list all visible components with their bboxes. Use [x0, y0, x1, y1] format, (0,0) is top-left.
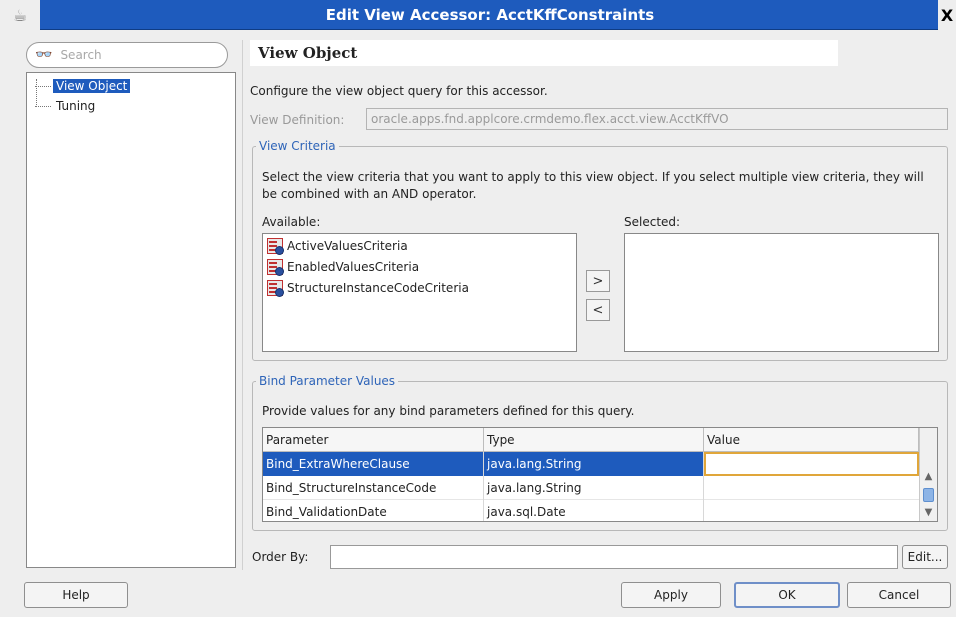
selected-label: Selected: [624, 215, 681, 229]
apply-button[interactable]: Apply [621, 582, 721, 608]
move-left-button[interactable]: < [586, 299, 610, 321]
close-icon[interactable]: X [938, 0, 956, 30]
table-row[interactable]: Bind_ExtraWhereClause java.lang.String [263, 452, 919, 476]
table-row[interactable]: Bind_ValidationDate java.sql.Date [263, 500, 919, 521]
view-criteria-description: Select the view criteria that you want t… [262, 170, 924, 201]
app-icon: ☕ [0, 0, 40, 30]
search-input[interactable]: 👓 Search [26, 42, 228, 68]
tree-branch [35, 105, 51, 107]
type-cell: java.lang.String [484, 452, 704, 476]
scrollbar-thumb[interactable] [923, 488, 934, 502]
panel-divider [242, 40, 243, 570]
ok-button[interactable]: OK [734, 582, 840, 608]
type-cell: java.sql.Date [484, 500, 704, 521]
help-button[interactable]: Help [24, 582, 128, 608]
binoculars-icon: 👓 [35, 47, 53, 63]
parameter-cell: Bind_ValidationDate [263, 500, 484, 521]
bind-parameters-table: Parameter Type Value Bind_ExtraWhereClau… [262, 427, 938, 522]
list-item-label: ActiveValuesCriteria [287, 239, 408, 253]
search-placeholder: Search [60, 48, 102, 62]
chevron-down-icon[interactable]: ▼ [920, 504, 937, 520]
nav-item-label: View Object [53, 79, 131, 93]
table-scrollbar[interactable]: ▲ ▼ [919, 428, 937, 521]
view-definition-field: oracle.apps.fnd.applcore.crmdemo.flex.ac… [366, 108, 948, 130]
selected-list[interactable] [624, 233, 939, 352]
type-cell: java.lang.String [484, 476, 704, 500]
page-title: View Object [250, 40, 838, 66]
page-description: Configure the view object query for this… [250, 84, 548, 98]
tree-branch [35, 85, 51, 87]
nav-item-tuning[interactable]: Tuning [35, 97, 98, 115]
nav-item-label: Tuning [56, 99, 96, 113]
column-header-value[interactable]: Value [704, 428, 919, 452]
value-input[interactable] [704, 476, 919, 500]
cancel-button[interactable]: Cancel [847, 582, 951, 608]
value-input[interactable] [704, 452, 919, 476]
column-header-parameter[interactable]: Parameter [263, 428, 484, 452]
table-row[interactable]: Bind_StructureInstanceCode java.lang.Str… [263, 476, 919, 500]
view-criteria-icon [267, 238, 284, 255]
view-criteria-icon [267, 259, 284, 276]
column-header-type[interactable]: Type [484, 428, 704, 452]
bind-parameters-legend: Bind Parameter Values [256, 374, 399, 388]
parameter-cell: Bind_ExtraWhereClause [263, 452, 484, 476]
available-list[interactable]: ActiveValuesCriteria EnabledValuesCriter… [262, 233, 577, 352]
bind-parameters-description: Provide values for any bind parameters d… [262, 404, 635, 418]
available-label: Available: [262, 215, 321, 229]
view-definition-label: View Definition: [250, 113, 345, 127]
view-criteria-icon [267, 280, 284, 297]
value-input[interactable] [704, 500, 919, 521]
view-criteria-legend: View Criteria [256, 139, 339, 153]
list-item-label: EnabledValuesCriteria [287, 260, 420, 274]
chevron-up-icon[interactable]: ▲ [920, 468, 937, 484]
list-item[interactable]: ActiveValuesCriteria [267, 236, 408, 256]
table-header: Parameter Type Value [263, 428, 919, 452]
move-right-button[interactable]: > [586, 270, 610, 292]
order-by-field[interactable] [330, 545, 898, 569]
edit-order-by-button[interactable]: Edit... [902, 545, 948, 569]
order-by-label: Order By: [252, 550, 309, 564]
parameter-cell: Bind_StructureInstanceCode [263, 476, 484, 500]
window-title: Edit View Accessor: AcctKffConstraints [325, 6, 655, 24]
list-item-label: StructureInstanceCodeCriteria [287, 281, 469, 295]
list-item[interactable]: EnabledValuesCriteria [267, 257, 419, 277]
list-item[interactable]: StructureInstanceCodeCriteria [267, 278, 469, 298]
nav-item-view-object[interactable]: View Object [35, 77, 131, 95]
navigation-tree: View Object Tuning [26, 72, 236, 568]
